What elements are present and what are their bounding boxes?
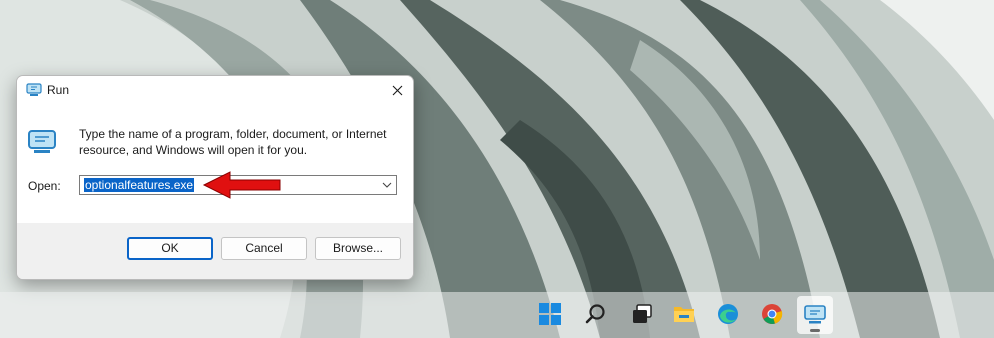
close-icon [392,85,403,96]
taskbar [0,292,994,338]
taskbar-search-button[interactable] [578,296,614,334]
taskbar-run-app[interactable] [797,296,833,334]
chrome-browser-icon [762,304,783,324]
open-label: Open: [28,179,61,193]
run-icon [26,83,42,96]
search-icon [585,304,605,324]
folder-icon [674,307,694,322]
ok-button[interactable]: OK [127,237,213,260]
title-bar[interactable]: Run [17,76,413,106]
open-input-value: optionalfeatures.exe [84,178,195,192]
windows-start-icon [539,303,561,325]
dialog-footer: OK Cancel Browse... [17,223,413,279]
cancel-button[interactable]: Cancel [221,237,307,260]
close-button[interactable] [383,76,413,106]
run-program-icon [28,130,56,153]
running-indicator [810,329,820,332]
dialog-body: Type the name of a program, folder, docu… [17,106,413,223]
annotation-arrow-icon [202,171,281,199]
taskbar-chrome[interactable] [754,296,790,334]
taskbar-edge[interactable] [710,296,746,334]
edge-browser-icon [718,304,738,324]
taskbar-task-view-button[interactable] [624,296,660,334]
dialog-title: Run [47,83,70,97]
run-icon [804,305,826,324]
task-view-icon [633,304,652,323]
chevron-down-icon[interactable] [382,182,392,188]
browse-button[interactable]: Browse... [315,237,401,260]
taskbar-start-button[interactable] [532,296,568,334]
taskbar-file-explorer[interactable] [666,296,702,334]
dialog-description: Type the name of a program, folder, docu… [79,127,387,157]
